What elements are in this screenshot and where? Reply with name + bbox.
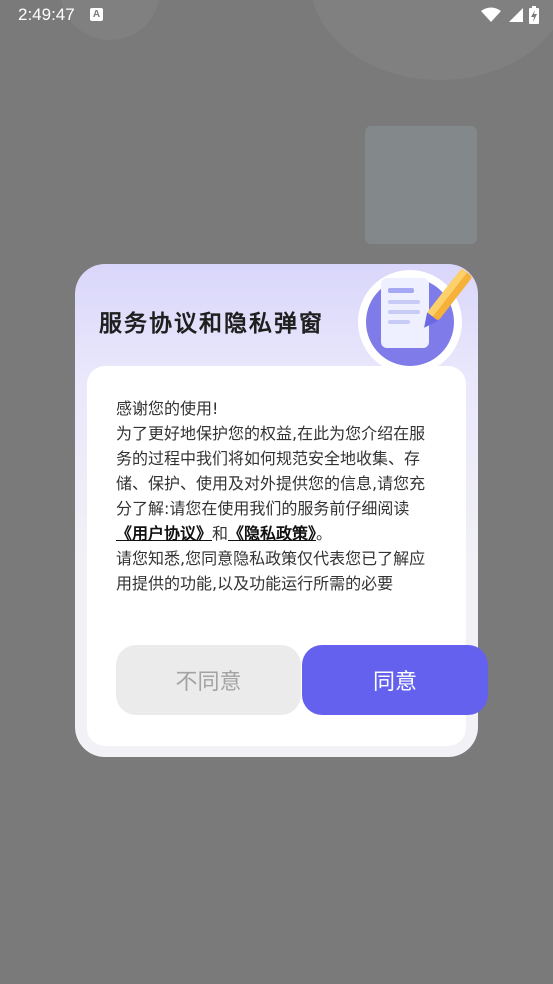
terms-text-scroll[interactable]: 感谢您的使用! 为了更好地保护您的权益,在此为您介绍在服务的过程中我们将如何规范… — [116, 396, 441, 618]
notification-icon: A — [90, 8, 103, 21]
background-card — [365, 126, 477, 244]
terms-paragraph-text: 为了更好地保护您的权益,在此为您介绍在服务的过程中我们将如何规范安全地收集、存储… — [116, 424, 426, 518]
terms-and-text: 和 — [212, 524, 229, 543]
disagree-button[interactable]: 不同意 — [116, 645, 301, 715]
terms-period: 。 — [316, 524, 333, 543]
terms-paragraph-2: 请您知悉,您同意隐私政策仅代表您已了解应用提供的功能,以及功能运行所需的必要 — [116, 549, 426, 593]
status-time: 2:49:47 — [18, 5, 75, 24]
signal-icon — [507, 7, 523, 27]
battery-charging-icon — [529, 6, 539, 28]
document-pencil-icon — [355, 260, 475, 374]
status-bar: 2:49:47 A — [0, 0, 553, 32]
privacy-policy-link[interactable]: 《隐私政策》 — [228, 524, 316, 543]
terms-greeting: 感谢您的使用! — [116, 399, 219, 418]
status-icons — [481, 6, 539, 28]
user-agreement-link[interactable]: 《用户协议》 — [116, 524, 212, 543]
wifi-icon — [481, 7, 501, 27]
agree-button[interactable]: 同意 — [302, 645, 488, 715]
dialog-title: 服务协议和隐私弹窗 — [99, 311, 324, 337]
terms-paragraph: 为了更好地保护您的权益,在此为您介绍在服务的过程中我们将如何规范安全地收集、存储… — [116, 421, 441, 546]
